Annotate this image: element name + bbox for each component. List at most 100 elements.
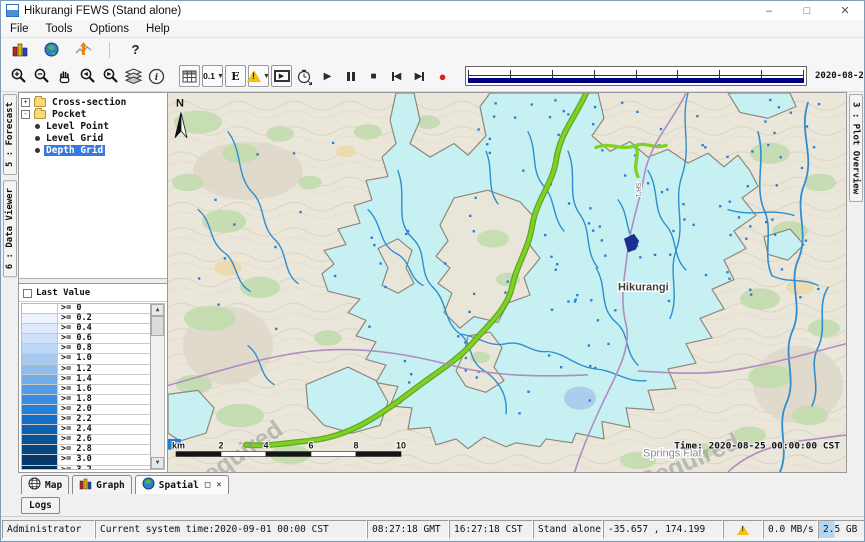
- step-back-icon[interactable]: ◀: [386, 65, 407, 87]
- last-value-label: Last Value: [36, 288, 90, 298]
- title-bar: Hikurangi FEWS (Stand alone) –□✕: [1, 1, 864, 20]
- legend-swatch: [22, 445, 58, 454]
- menu-item-help[interactable]: Help: [146, 23, 170, 35]
- last-value-checkbox[interactable]: [23, 289, 32, 298]
- logs-row: Logs: [1, 494, 864, 517]
- zoom-previous-icon[interactable]: [77, 65, 98, 87]
- legend-row-label: >= 3.0: [58, 455, 92, 464]
- legend-header: Last Value: [19, 284, 167, 302]
- main-toolbar: ?: [1, 38, 864, 61]
- legend-row-label: >= 1.2: [58, 365, 92, 374]
- thresholds-dropdown[interactable]: ▼: [248, 65, 269, 87]
- pan-icon[interactable]: [54, 65, 75, 87]
- tree-item-level-point[interactable]: Level Point: [21, 120, 165, 132]
- side-tab-data-viewer[interactable]: 6 : Data Viewer: [3, 180, 17, 277]
- tree-item-label: Pocket: [50, 109, 88, 120]
- toolbar-separator: [109, 42, 110, 58]
- timeline-period-bar: [468, 78, 804, 83]
- tree-item-level-grid[interactable]: Level Grid: [21, 132, 165, 144]
- help-icon[interactable]: ?: [125, 39, 146, 61]
- database-display-icon[interactable]: [9, 39, 30, 61]
- legend-row-label: >= 1.6: [58, 385, 92, 394]
- zoom-out-icon[interactable]: [31, 65, 52, 87]
- scroll-track[interactable]: [151, 316, 164, 457]
- zoom-next-icon[interactable]: [100, 65, 121, 87]
- restore-panel-icon[interactable]: □: [205, 480, 210, 490]
- play-icon[interactable]: ▶: [317, 65, 338, 87]
- menu-item-file[interactable]: File: [10, 23, 29, 35]
- menu-item-tools[interactable]: Tools: [46, 23, 73, 35]
- legend-row-label: >= 2.2: [58, 415, 92, 424]
- tree-item-label: Level Point: [44, 121, 111, 132]
- zoom-in-icon[interactable]: [8, 65, 29, 87]
- bullet-icon: [35, 124, 40, 129]
- tab-label: Map: [45, 480, 62, 491]
- town-label: Hikurangi: [618, 281, 669, 293]
- tree-item-label: Level Grid: [44, 133, 105, 144]
- step-forward-icon[interactable]: ▶: [409, 65, 430, 87]
- labels-toggle-icon[interactable]: E: [225, 65, 246, 87]
- close-button[interactable]: ✕: [826, 4, 864, 17]
- side-tab-plot-overview[interactable]: 3 : Plot Overview: [849, 94, 863, 202]
- tab-map[interactable]: Map: [21, 475, 69, 494]
- side-tab-forecast[interactable]: 5 : Forecast: [3, 94, 17, 175]
- legend-swatch: [22, 334, 58, 343]
- legend-swatch: [22, 375, 58, 384]
- legend-row: >= 3.0: [22, 455, 150, 465]
- animation-icon[interactable]: ▶: [271, 65, 292, 87]
- svg-text:i: i: [155, 73, 159, 83]
- scroll-down-icon[interactable]: ▼: [151, 457, 164, 469]
- contour-value-dropdown[interactable]: 0.1 ▼: [202, 65, 223, 87]
- tree-item-depth-grid[interactable]: Depth Grid: [21, 144, 165, 156]
- warning-triangle-icon: [247, 70, 261, 82]
- tree-item-label: Depth Grid: [44, 145, 105, 156]
- tree-item-cross-section[interactable]: +Cross-section: [21, 96, 165, 108]
- tab-label: Graph: [96, 480, 125, 491]
- legend-row-label: >= 1.4: [58, 375, 92, 384]
- info-icon[interactable]: i: [146, 65, 167, 87]
- tree-item-pocket[interactable]: - Pocket: [21, 108, 165, 120]
- minimize-button[interactable]: –: [750, 5, 788, 17]
- tab-spatial[interactable]: Spatial□✕: [135, 475, 229, 494]
- record-icon[interactable]: ●: [432, 65, 453, 87]
- menu-item-options[interactable]: Options: [89, 23, 129, 35]
- legend-row-label: >= 1.0: [58, 354, 92, 363]
- right-tab-strip: 3 : Plot Overview: [847, 92, 864, 473]
- legend-swatch: [22, 395, 58, 404]
- globe-blue-icon: [142, 477, 155, 493]
- legend-swatch: [22, 435, 58, 444]
- tree-expander-icon[interactable]: -: [21, 110, 30, 119]
- window-controls: –□✕: [750, 4, 864, 17]
- legend-swatch: [22, 365, 58, 374]
- left-tab-strip: 5 : Forecast 6 : Data Viewer: [1, 92, 18, 473]
- pause-icon[interactable]: [340, 65, 361, 87]
- bottom-tab-bar: MapGraphSpatial□✕: [1, 473, 864, 494]
- legend-scrollbar[interactable]: ▲ ▼: [150, 304, 164, 469]
- maximize-button[interactable]: □: [788, 5, 826, 17]
- status-system-time: Current system time:2020-09-01 00:00 CST: [95, 520, 367, 539]
- logs-button[interactable]: Logs: [21, 497, 60, 514]
- map-display-icon[interactable]: [41, 39, 62, 61]
- scale-tick-label: 10: [396, 441, 406, 451]
- legend-row-label: >= 2.0: [58, 405, 92, 414]
- status-local-time: 16:27:18 CST: [449, 520, 533, 539]
- timeline-slider[interactable]: [465, 66, 807, 86]
- warning-triangle-icon: [737, 525, 749, 535]
- stop-icon[interactable]: ■: [363, 65, 384, 87]
- scale-tick-label: 2: [218, 441, 223, 451]
- grid-display-icon[interactable]: [179, 65, 200, 87]
- tree-expander-icon[interactable]: +: [21, 98, 30, 107]
- main-area: 5 : Forecast 6 : Data Viewer +Cross-secti…: [1, 92, 864, 473]
- legend-row-label: >= 2.6: [58, 435, 92, 444]
- map-canvas[interactable]: API Key Required API Key Required Hikura…: [168, 92, 847, 473]
- timer-icon[interactable]: [294, 65, 315, 87]
- close-panel-icon[interactable]: ✕: [216, 480, 221, 490]
- tab-graph[interactable]: Graph: [72, 475, 132, 494]
- time-series-display-icon[interactable]: [73, 39, 94, 61]
- status-bar: AdministratorCurrent system time:2020-09…: [1, 517, 864, 541]
- scroll-thumb[interactable]: [151, 316, 164, 336]
- status-coordinates: -35.657 , 174.199: [603, 520, 723, 539]
- scroll-up-icon[interactable]: ▲: [151, 304, 164, 316]
- layers-icon[interactable]: [123, 65, 144, 87]
- window-title: Hikurangi FEWS (Stand alone): [24, 5, 181, 17]
